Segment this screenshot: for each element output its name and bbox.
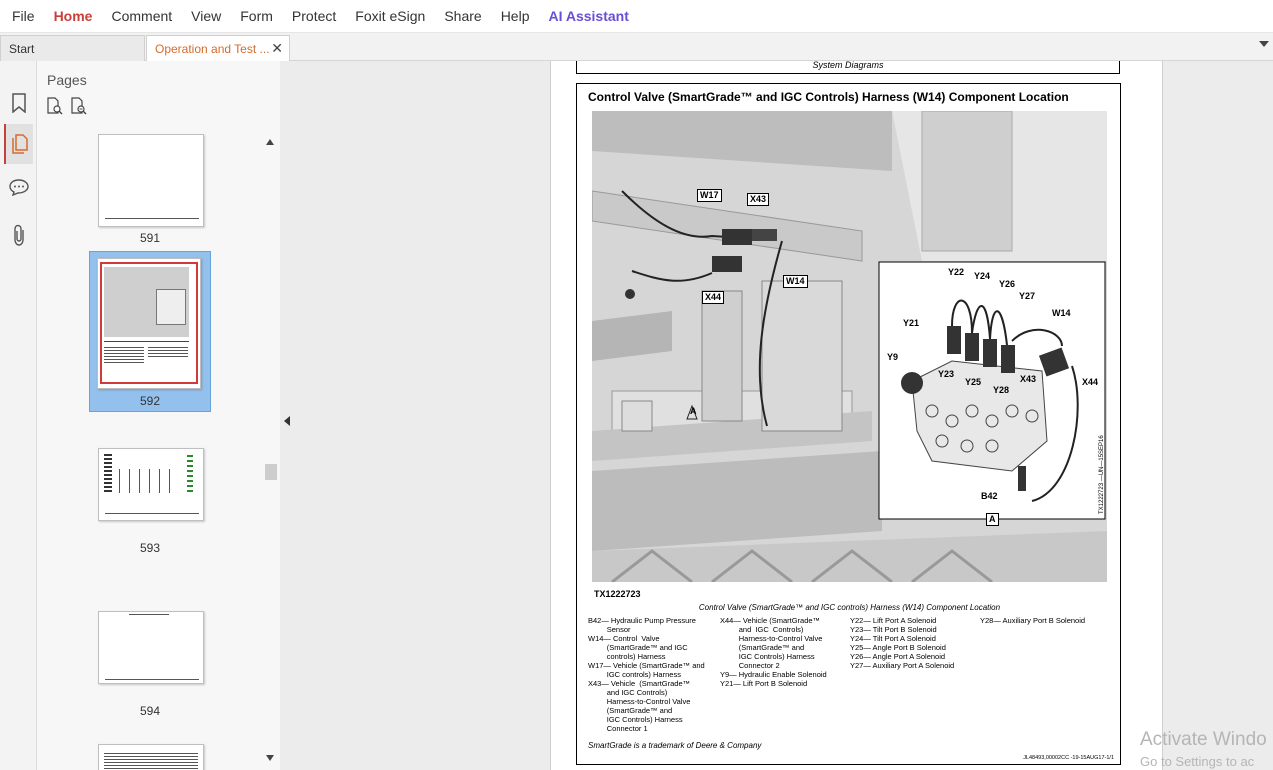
menu-ai-assistant[interactable]: AI Assistant: [540, 8, 636, 24]
section-header: System Diagrams: [576, 61, 1120, 74]
callout-x44-inset: X44: [1082, 377, 1099, 387]
menu-file[interactable]: File: [4, 8, 43, 24]
callout-y23: Y23: [938, 369, 955, 379]
pdf-page: System Diagrams Control Valve (SmartGrad…: [550, 61, 1163, 770]
callout-w17: W17: [697, 189, 722, 202]
callout-y24: Y24: [974, 271, 991, 281]
thumbnail-592[interactable]: [97, 258, 201, 389]
callout-b42: B42: [981, 491, 998, 501]
callout-x43-inset: X43: [1020, 374, 1037, 384]
activation-watermark-title: Activate Windo: [1140, 729, 1267, 750]
thumbnail-label-593: 593: [139, 541, 161, 555]
pages-icon[interactable]: [4, 124, 33, 164]
legend-column-1: B42— Hydraulic Pump Pressure Sensor W14— …: [588, 616, 705, 733]
thumbnail-label-591: 591: [139, 231, 161, 245]
menu-share[interactable]: Share: [436, 8, 489, 24]
callout-w14: W14: [783, 275, 808, 288]
scroll-thumb[interactable]: [265, 464, 277, 480]
callout-y28: Y28: [993, 385, 1010, 395]
thumbnail-593[interactable]: [98, 448, 204, 521]
thumbnail-list[interactable]: 591 592 593 594: [37, 134, 263, 770]
thumbnail-594[interactable]: [98, 611, 204, 684]
menu-form[interactable]: Form: [232, 8, 281, 24]
tab-start-label: Start: [9, 41, 35, 56]
side-rail: [0, 61, 37, 770]
menu-bar: File Home Comment View Form Protect Foxi…: [0, 0, 1273, 33]
document-view[interactable]: System Diagrams Control Valve (SmartGrad…: [294, 61, 1273, 770]
activation-watermark-subtitle: Go to Settings to ac: [1140, 754, 1255, 769]
figure-frame: Control Valve (SmartGrade™ and IGC Contr…: [576, 83, 1121, 765]
figure-title: Control Valve (SmartGrade™ and IGC Contr…: [588, 90, 1069, 104]
tab-bar: Start Operation and Test ... ✕: [0, 33, 1273, 61]
figure-caption: Control Valve (SmartGrade™ and IGC contr…: [698, 603, 1001, 612]
callout-x44: X44: [702, 291, 725, 304]
thumbnail-591[interactable]: [98, 134, 204, 227]
callout-y21: Y21: [903, 318, 920, 328]
callout-x43: X43: [747, 193, 770, 206]
close-icon[interactable]: ✕: [271, 40, 283, 57]
scroll-up-icon[interactable]: [266, 139, 274, 145]
menu-help[interactable]: Help: [493, 8, 538, 24]
component-photo: W17 X43 W14 X44 A Y22 Y24 Y26 Y27 W14 Y2…: [592, 111, 1107, 582]
tab-document-label: Operation and Test ...: [155, 41, 270, 56]
thumbnail-label-592: 592: [139, 394, 161, 408]
document-code: JL48493,00002CC -19-15AUG17-1/1: [1023, 755, 1114, 761]
callout-y9: Y9: [887, 352, 899, 362]
panel-splitter[interactable]: [280, 61, 294, 770]
tab-start[interactable]: Start: [0, 35, 145, 61]
callout-a-inset: A: [986, 513, 999, 526]
tab-document[interactable]: Operation and Test ... ✕: [146, 35, 290, 61]
scroll-down-icon[interactable]: [266, 755, 274, 761]
figure-id: TX1222723: [594, 589, 641, 599]
thumbnail-595[interactable]: [98, 744, 204, 770]
menu-view[interactable]: View: [183, 8, 229, 24]
attachment-icon[interactable]: [4, 215, 33, 255]
callout-y25: Y25: [965, 377, 982, 387]
comment-icon[interactable]: [4, 167, 33, 207]
collapse-panel-icon[interactable]: [284, 416, 290, 426]
thumbnail-scrollbar[interactable]: [263, 134, 278, 770]
chevron-down-icon[interactable]: [1259, 41, 1269, 47]
legend-column-3: Y22— Lift Port A Solenoid Y23— Tilt Port …: [850, 616, 955, 670]
figure-side-code: TX1222723 —UN—15SEP16: [1099, 435, 1105, 514]
machine-illustration: [592, 111, 1107, 582]
menu-foxit-esign[interactable]: Foxit eSign: [347, 8, 433, 24]
legend-column-2: X44— Vehicle (SmartGrade™ and IGC Contro…: [720, 616, 827, 688]
callout-a-photo: A: [690, 406, 697, 416]
thumbnail-label-594: 594: [139, 704, 161, 718]
menu-comment[interactable]: Comment: [103, 8, 180, 24]
callout-y22: Y22: [948, 267, 965, 277]
legend-column-4: Y28— Auxiliary Port B Solenoid: [980, 616, 1086, 625]
callout-y27: Y27: [1019, 291, 1036, 301]
callout-y26: Y26: [999, 279, 1016, 289]
page-zoom-in-icon[interactable]: [46, 97, 64, 115]
bookmark-icon[interactable]: [4, 83, 33, 123]
page-zoom-out-icon[interactable]: [70, 97, 88, 115]
menu-home[interactable]: Home: [46, 8, 101, 24]
callout-w14-inset: W14: [1052, 308, 1071, 318]
trademark-footnote: SmartGrade is a trademark of Deere & Com…: [588, 741, 762, 750]
pages-panel-title: Pages: [47, 72, 87, 88]
pages-panel: Pages 591 592 593 594: [37, 61, 280, 770]
menu-protect[interactable]: Protect: [284, 8, 344, 24]
